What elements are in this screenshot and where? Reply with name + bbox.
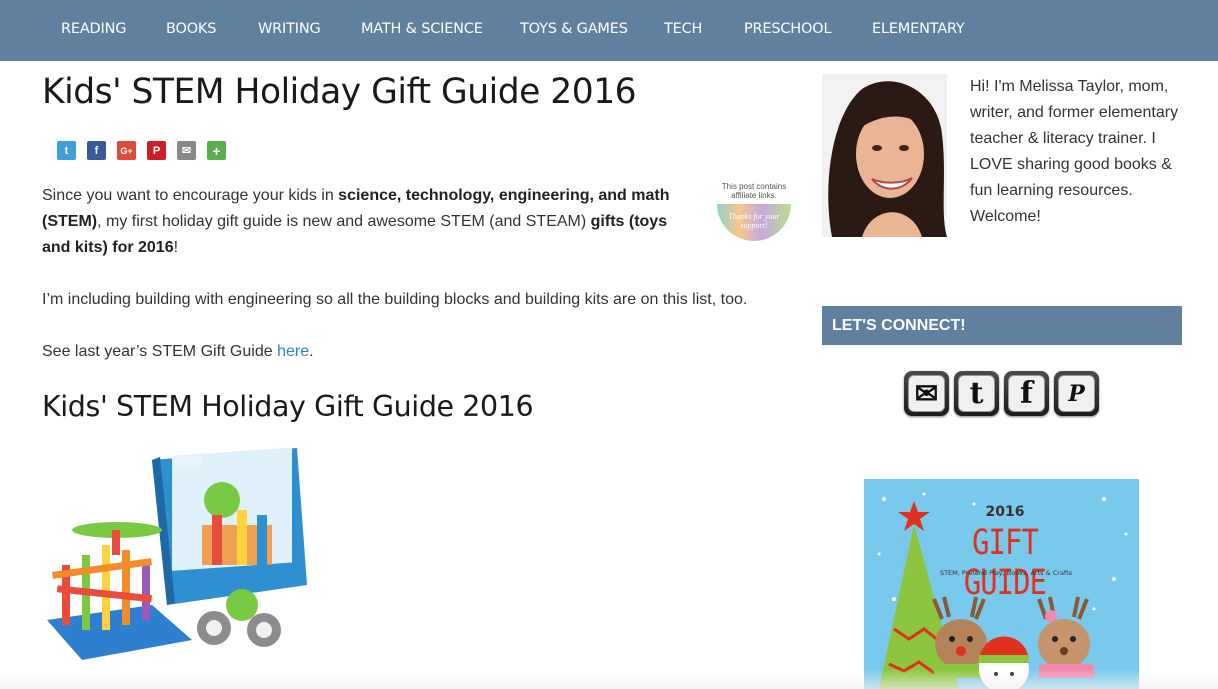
twitter-social-button[interactable]: t <box>954 371 999 416</box>
google-plus-share-icon[interactable]: G+ <box>117 141 136 160</box>
gift-guide-title: GIFT GUIDE <box>963 523 1047 603</box>
author-bio: Hi! I'm Melissa Taylor, mom, writer, and… <box>970 78 1179 225</box>
email-social-button[interactable]: ✉ <box>904 371 949 416</box>
nav-item-math-science[interactable]: MATH & SCIENCE <box>361 21 483 37</box>
gift-guide-year: 2016 <box>985 504 1025 520</box>
twitter-icon: t <box>958 375 995 412</box>
nav-item-toys-games[interactable]: TOYS & GAMES <box>520 21 628 37</box>
pinterest-share-icon[interactable]: P <box>147 141 166 160</box>
intro-text-3: ! <box>173 239 179 256</box>
email-share-icon[interactable]: ✉ <box>177 141 196 160</box>
pinterest-social-button[interactable]: P <box>1054 371 1099 416</box>
pinterest-icon: P <box>1058 375 1095 412</box>
post-title: Kids' STEM Holiday Gift Guide 2016 <box>42 72 637 112</box>
nav-item-writing[interactable]: WRITING <box>258 21 321 37</box>
twitter-share-icon[interactable]: t <box>57 141 76 160</box>
gift-guide-subtitle: STEM, Pretend Play, Books, Arts & Crafts <box>939 569 1073 577</box>
top-nav: READING BOOKS WRITING MATH & SCIENCE TOY… <box>0 0 1218 61</box>
facebook-social-button[interactable]: f <box>1004 371 1049 416</box>
last-year-text: See last year’s STEM Gift Guide <box>42 343 278 360</box>
nav-item-preschool[interactable]: PRESCHOOL <box>744 21 832 37</box>
share-bar: t f G+ P ✉ + <box>57 141 226 160</box>
facebook-icon: f <box>1008 375 1045 412</box>
affiliate-badge-text: This post contains affiliate links. <box>721 182 787 200</box>
last-year-period: . <box>309 343 314 360</box>
envelope-icon: ✉ <box>908 375 945 412</box>
facebook-share-icon[interactable]: f <box>87 141 106 160</box>
intro-text-2: , my first holiday gift guide is new and… <box>97 213 591 230</box>
author-avatar <box>822 74 947 237</box>
social-links: ✉ t f P <box>904 371 1099 416</box>
intro-paragraph: Since you want to encourage your kids in… <box>42 183 692 261</box>
section-title: Kids' STEM Holiday Gift Guide 2016 <box>42 390 534 423</box>
nav-item-books[interactable]: BOOKS <box>166 21 216 37</box>
building-paragraph: I’m including building with engineering … <box>42 291 748 308</box>
last-year-link[interactable]: here <box>277 343 309 360</box>
nav-item-tech[interactable]: TECH <box>664 21 702 37</box>
more-share-icon[interactable]: + <box>207 141 226 160</box>
product-image[interactable] <box>42 445 312 667</box>
connect-heading: LET'S CONNECT! <box>822 306 1182 345</box>
affiliate-badge-script: Thanks for your support! <box>728 212 780 230</box>
last-year-paragraph: See last year’s STEM Gift Guide here. <box>42 339 782 365</box>
intro-text-1: Since you want to encourage your kids in <box>42 187 339 204</box>
nav-item-elementary[interactable]: ELEMENTARY <box>872 21 965 37</box>
nav-item-reading[interactable]: READING <box>61 21 126 37</box>
affiliate-badge: This post contains affiliate links. Than… <box>714 182 794 244</box>
